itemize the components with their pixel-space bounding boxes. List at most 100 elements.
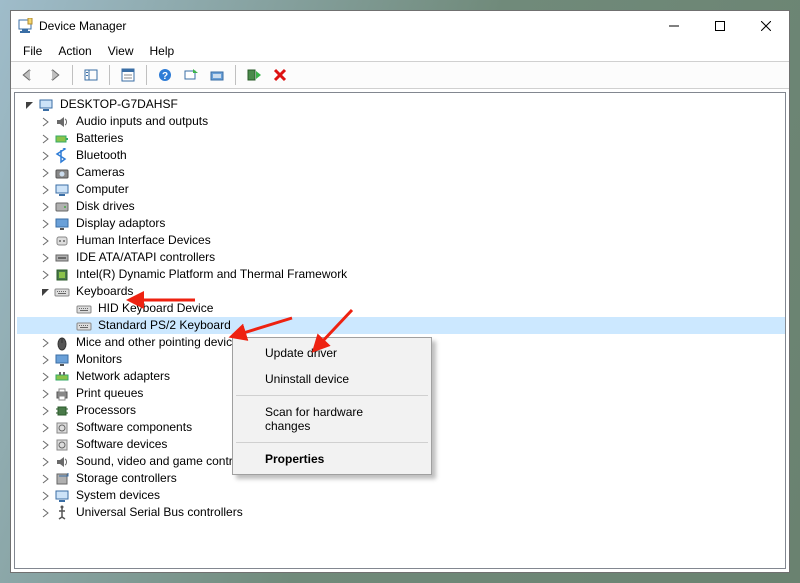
device-category-icon — [54, 488, 70, 504]
tree-category[interactable]: Universal Serial Bus controllers — [17, 504, 785, 521]
chevron-down-icon[interactable] — [39, 285, 52, 298]
keyboard-icon — [76, 301, 92, 317]
menu-view[interactable]: View — [100, 42, 142, 60]
tree-category[interactable]: Batteries — [17, 130, 785, 147]
ctx-update-driver[interactable]: Update driver — [235, 340, 429, 366]
device-category-icon — [54, 403, 70, 419]
tree-category-label: Monitors — [74, 351, 124, 368]
tree-category[interactable]: Bluetooth — [17, 147, 785, 164]
chevron-right-icon[interactable] — [39, 115, 52, 128]
tree-category-label: Computer — [74, 181, 131, 198]
tree-category[interactable]: Display adaptors — [17, 215, 785, 232]
app-icon — [17, 18, 33, 34]
tree-category-label: Batteries — [74, 130, 125, 147]
tree-category[interactable]: Human Interface Devices — [17, 232, 785, 249]
tree-category-label: Cameras — [74, 164, 127, 181]
tree-root[interactable]: DESKTOP-G7DAHSF — [17, 96, 785, 113]
chevron-right-icon[interactable] — [39, 336, 52, 349]
enable-device-button[interactable] — [243, 64, 265, 86]
toolbar-separator — [235, 65, 236, 85]
tree-category[interactable]: Computer — [17, 181, 785, 198]
tree-category[interactable]: System devices — [17, 487, 785, 504]
tree-category[interactable]: Intel(R) Dynamic Platform and Thermal Fr… — [17, 266, 785, 283]
toolbar: ? — [11, 61, 789, 89]
tree-category-label: Display adaptors — [74, 215, 167, 232]
device-category-icon — [54, 267, 70, 283]
chevron-right-icon[interactable] — [39, 200, 52, 213]
device-category-icon — [54, 420, 70, 436]
chevron-right-icon[interactable] — [39, 455, 52, 468]
menu-action[interactable]: Action — [50, 42, 99, 60]
tree-category-label: Disk drives — [74, 198, 137, 215]
ctx-uninstall-device[interactable]: Uninstall device — [235, 366, 429, 392]
ctx-properties[interactable]: Properties — [235, 446, 429, 472]
tree-category[interactable]: Cameras — [17, 164, 785, 181]
uninstall-device-button[interactable] — [269, 64, 291, 86]
device-category-icon — [54, 454, 70, 470]
properties-button[interactable] — [117, 64, 139, 86]
chevron-right-icon[interactable] — [39, 421, 52, 434]
device-category-icon — [54, 437, 70, 453]
tree-category-label: Bluetooth — [74, 147, 129, 164]
device-category-icon — [54, 199, 70, 215]
chevron-down-icon[interactable] — [23, 98, 36, 111]
forward-button[interactable] — [43, 64, 65, 86]
chevron-placeholder — [61, 319, 74, 332]
tree-category[interactable]: Audio inputs and outputs — [17, 113, 785, 130]
chevron-right-icon[interactable] — [39, 251, 52, 264]
chevron-right-icon[interactable] — [39, 387, 52, 400]
chevron-right-icon[interactable] — [39, 132, 52, 145]
tree-device-label: Standard PS/2 Keyboard — [96, 317, 233, 334]
titlebar: Device Manager — [11, 11, 789, 41]
chevron-right-icon[interactable] — [39, 438, 52, 451]
tree-category[interactable]: IDE ATA/ATAPI controllers — [17, 249, 785, 266]
tree-root-label: DESKTOP-G7DAHSF — [58, 96, 180, 113]
scan-hardware-button[interactable] — [180, 64, 202, 86]
minimize-button[interactable] — [651, 11, 697, 41]
device-tree[interactable]: DESKTOP-G7DAHSF Audio inputs and outputs… — [14, 92, 786, 569]
back-button[interactable] — [17, 64, 39, 86]
chevron-right-icon[interactable] — [39, 166, 52, 179]
tree-device-selected[interactable]: Standard PS/2 Keyboard — [17, 317, 785, 334]
chevron-right-icon[interactable] — [39, 506, 52, 519]
chevron-right-icon[interactable] — [39, 404, 52, 417]
toolbar-separator — [109, 65, 110, 85]
help-button[interactable]: ? — [154, 64, 176, 86]
chevron-right-icon[interactable] — [39, 149, 52, 162]
tree-category-label: Storage controllers — [74, 470, 179, 487]
show-hide-tree-button[interactable] — [80, 64, 102, 86]
device-manager-window: Device Manager File Action View Help — [10, 10, 790, 573]
chevron-right-icon[interactable] — [39, 472, 52, 485]
tree-category[interactable]: Disk drives — [17, 198, 785, 215]
context-menu: Update driver Uninstall device Scan for … — [232, 337, 432, 475]
tree-category-label: Software devices — [74, 436, 169, 453]
maximize-button[interactable] — [697, 11, 743, 41]
device-category-icon — [54, 284, 70, 300]
chevron-right-icon[interactable] — [39, 217, 52, 230]
chevron-right-icon[interactable] — [39, 183, 52, 196]
update-driver-button[interactable] — [206, 64, 228, 86]
device-category-icon — [54, 165, 70, 181]
device-category-icon — [54, 131, 70, 147]
chevron-right-icon[interactable] — [39, 234, 52, 247]
tree-category-label: Mice and other pointing devices — [74, 334, 247, 351]
device-category-icon — [54, 250, 70, 266]
context-menu-separator — [236, 442, 428, 443]
chevron-right-icon[interactable] — [39, 268, 52, 281]
close-button[interactable] — [743, 11, 789, 41]
tree-category-label: Intel(R) Dynamic Platform and Thermal Fr… — [74, 266, 349, 283]
svg-text:?: ? — [162, 71, 168, 82]
chevron-right-icon[interactable] — [39, 353, 52, 366]
toolbar-separator — [72, 65, 73, 85]
tree-device[interactable]: HID Keyboard Device — [17, 300, 785, 317]
tree-category[interactable]: Keyboards — [17, 283, 785, 300]
ctx-scan-hardware[interactable]: Scan for hardware changes — [235, 399, 429, 439]
device-category-icon — [54, 114, 70, 130]
chevron-right-icon[interactable] — [39, 370, 52, 383]
menu-file[interactable]: File — [15, 42, 50, 60]
chevron-right-icon[interactable] — [39, 489, 52, 502]
computer-icon — [38, 97, 54, 113]
context-menu-separator — [236, 395, 428, 396]
menu-help[interactable]: Help — [142, 42, 183, 60]
tree-device-label: HID Keyboard Device — [96, 300, 215, 317]
